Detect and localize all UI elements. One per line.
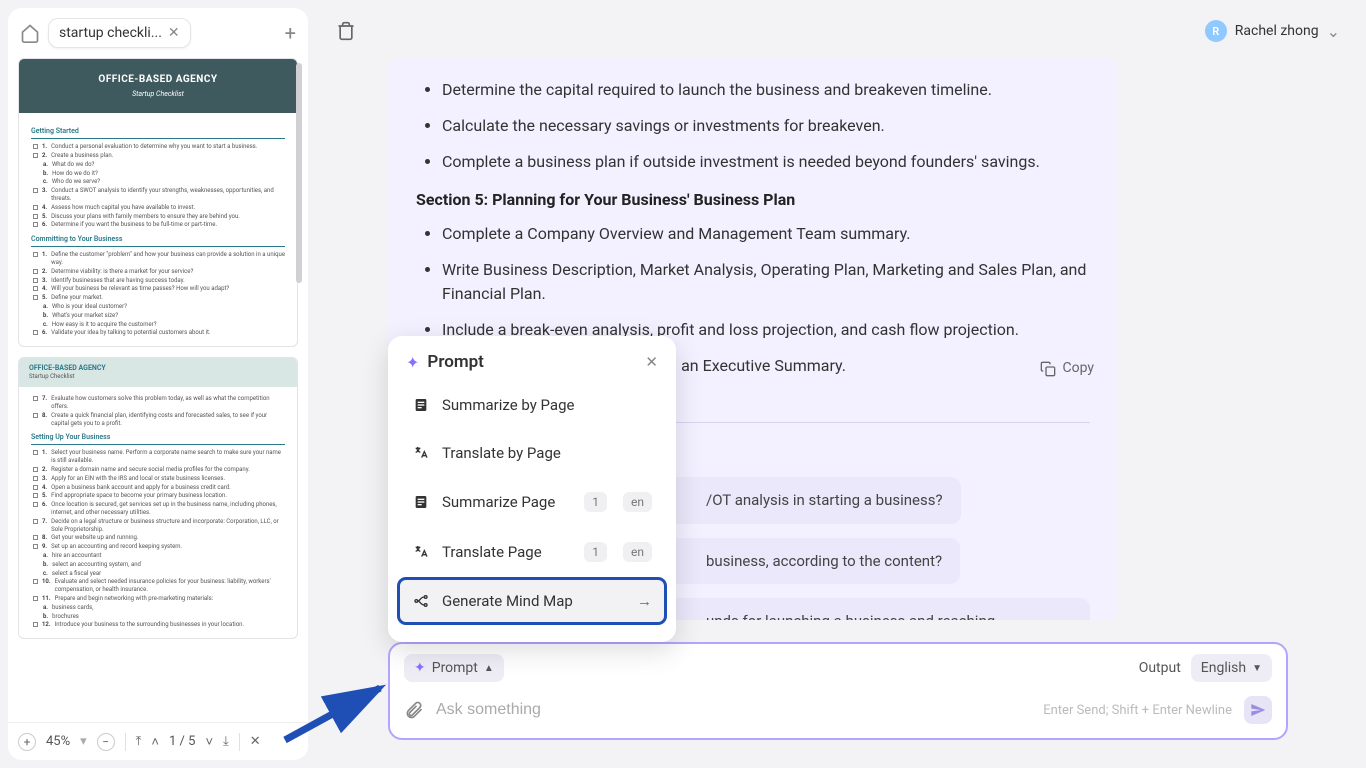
- trash-icon[interactable]: [336, 21, 356, 41]
- prev-page-icon[interactable]: ˄: [151, 734, 159, 750]
- user-name: Rachel zhong: [1235, 23, 1319, 39]
- chevron-down-icon: ▼: [1252, 663, 1262, 674]
- thumb-hero: OFFICE-BASED AGENCY Startup Checklist: [19, 59, 297, 113]
- zoom-toolbar: + 45% ▾ − ⤒ ˄ 1 / 5 ˅ ⤓ ✕: [8, 722, 308, 760]
- language-select[interactable]: English ▼: [1191, 654, 1272, 682]
- send-button[interactable]: [1244, 696, 1272, 724]
- section-heading: Section 5: Planning for Your Business' B…: [416, 188, 1090, 212]
- add-tab-button[interactable]: +: [285, 21, 296, 45]
- list-item: Determine the capital required to launch…: [442, 78, 1090, 102]
- next-page-icon[interactable]: ˅: [205, 734, 213, 750]
- input-hint: Enter Send; Shift + Enter Newline: [1043, 703, 1232, 718]
- user-menu[interactable]: R Rachel zhong ⌄: [1205, 20, 1340, 42]
- page-thumbnail-1[interactable]: OFFICE-BASED AGENCY Startup Checklist Ge…: [18, 58, 298, 347]
- chat-input[interactable]: [436, 701, 1031, 719]
- arrow-right-icon: →: [637, 592, 652, 610]
- close-icon[interactable]: ✕: [645, 353, 658, 371]
- page-badge: 1: [584, 542, 607, 562]
- chat-input-bar: ✦ Prompt ▲ Output English ▼ Enter Send; …: [388, 642, 1288, 740]
- copy-button[interactable]: Copy: [1040, 358, 1094, 379]
- main-panel: R Rachel zhong ⌄ Determine the capital r…: [318, 8, 1358, 760]
- tab-bar: startup checkli... ✕ +: [8, 8, 308, 58]
- tab-title: startup checkli...: [59, 25, 162, 41]
- prompt-item-translate-page[interactable]: Translate Page 1 en: [400, 530, 664, 574]
- prompt-item-generate-mindmap[interactable]: Generate Mind Map →: [400, 580, 664, 622]
- document-icon: [412, 493, 430, 511]
- translate-icon: [412, 543, 430, 561]
- prompt-popover: ✦ Prompt ✕ Summarize by Page Translate b…: [388, 336, 676, 642]
- bullet-list: Determine the capital required to launch…: [416, 78, 1090, 174]
- scrollbar[interactable]: [296, 63, 302, 283]
- translate-icon: [412, 444, 430, 462]
- close-panel-icon[interactable]: ✕: [250, 734, 261, 749]
- document-icon: [412, 396, 430, 414]
- prompt-dropdown[interactable]: ✦ Prompt ▲: [404, 654, 504, 682]
- chevron-down-icon: ⌄: [1327, 22, 1340, 41]
- output-label: Output: [1139, 660, 1181, 676]
- list-item: Complete a Company Overview and Manageme…: [442, 222, 1090, 246]
- zoom-in-button[interactable]: +: [18, 733, 36, 751]
- thumb-hero: OFFICE-BASED AGENCY Startup Checklist: [19, 358, 297, 387]
- home-icon[interactable]: [20, 23, 40, 43]
- page-indicator: 1 / 5: [169, 734, 195, 749]
- list-item: Complete a business plan if outside inve…: [442, 150, 1090, 174]
- zoom-out-button[interactable]: −: [97, 733, 115, 751]
- close-icon[interactable]: ✕: [168, 25, 180, 41]
- document-tab[interactable]: startup checkli... ✕: [48, 18, 191, 48]
- first-page-icon[interactable]: ⤒: [136, 734, 142, 749]
- zoom-level: 45%: [46, 734, 70, 749]
- thumbnail-list[interactable]: OFFICE-BASED AGENCY Startup Checklist Ge…: [8, 58, 308, 760]
- attachment-icon[interactable]: [404, 700, 424, 720]
- prompt-item-summarize-by-page[interactable]: Summarize by Page: [400, 384, 664, 426]
- prompt-item-translate-by-page[interactable]: Translate by Page: [400, 432, 664, 474]
- lang-badge: en: [623, 492, 652, 512]
- page-badge: 1: [584, 492, 607, 512]
- avatar: R: [1205, 20, 1227, 42]
- popover-title: Prompt: [427, 352, 637, 372]
- mindmap-icon: [412, 592, 430, 610]
- page-thumbnail-2[interactable]: OFFICE-BASED AGENCY Startup Checklist 7.…: [18, 357, 298, 639]
- last-page-icon[interactable]: ⤓: [223, 734, 229, 749]
- sparkle-icon: ✦: [414, 660, 426, 676]
- left-sidebar: startup checkli... ✕ + OFFICE-BASED AGEN…: [8, 8, 308, 760]
- lang-badge: en: [623, 542, 652, 562]
- chevron-up-icon: ▲: [484, 663, 494, 674]
- sparkle-icon: ✦: [406, 353, 419, 372]
- list-item: Write Business Description, Market Analy…: [442, 258, 1090, 306]
- list-item: Calculate the necessary savings or inves…: [442, 114, 1090, 138]
- prompt-item-summarize-page[interactable]: Summarize Page 1 en: [400, 480, 664, 524]
- top-bar: R Rachel zhong ⌄: [318, 8, 1358, 54]
